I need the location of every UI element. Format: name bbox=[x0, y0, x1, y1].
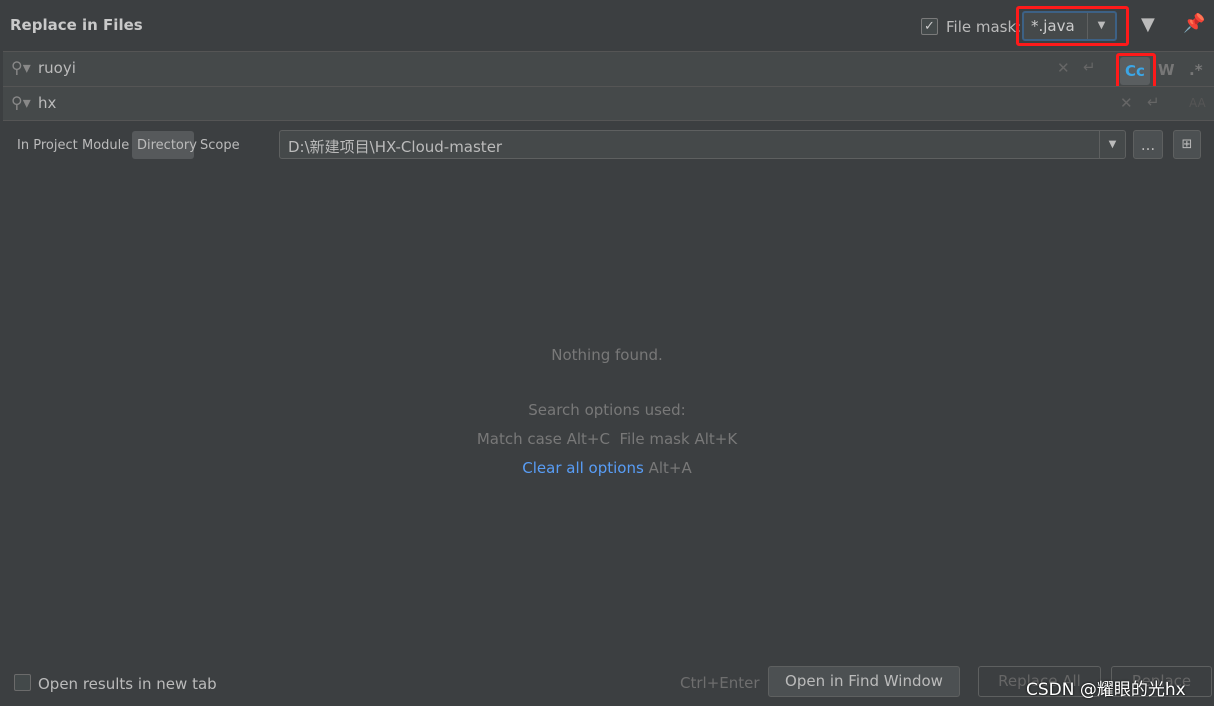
new-tab-checkbox[interactable] bbox=[14, 674, 31, 691]
search-row: ⚲▾ ruoyi ✕ ↵ Cc W .* bbox=[3, 51, 1214, 90]
browse-button[interactable]: ... bbox=[1133, 130, 1163, 159]
clear-shortcut: Alt+A bbox=[648, 459, 692, 477]
directory-combo[interactable]: D:\新建项目\HX-Cloud-master ▼ bbox=[279, 130, 1126, 159]
pin-icon[interactable]: 📌 bbox=[1183, 13, 1205, 34]
replace-row: ⚲▾ hx ✕ ↵ AA bbox=[3, 86, 1214, 121]
watermark: CSDN @耀眼的光hx bbox=[1026, 680, 1186, 700]
clear-all-options-link[interactable]: Clear all options bbox=[522, 459, 644, 477]
file-mask-label: File mask: bbox=[946, 18, 1022, 36]
chevron-down-icon[interactable]: ▼ bbox=[1099, 131, 1125, 158]
options-used: Match case Alt+C File mask Alt+K bbox=[476, 430, 738, 448]
scope-tab-directory[interactable]: Directory bbox=[132, 131, 197, 159]
replace-history-icon[interactable]: ⚲▾ bbox=[11, 93, 31, 112]
directory-path[interactable]: D:\新建项目\HX-Cloud-master bbox=[288, 136, 502, 157]
match-case-toggle[interactable]: Cc bbox=[1120, 57, 1150, 85]
clear-icon[interactable]: ✕ bbox=[1057, 59, 1070, 77]
file-mask-input[interactable]: *.java bbox=[1031, 17, 1075, 35]
nothing-found: Nothing found. bbox=[551, 346, 663, 364]
filter-icon[interactable]: ▼ bbox=[1141, 14, 1155, 35]
regex-toggle[interactable]: .* bbox=[1189, 61, 1203, 79]
file-mask-checkbox[interactable]: ✓ bbox=[921, 18, 938, 35]
clear-icon[interactable]: ✕ bbox=[1120, 94, 1133, 112]
open-in-find-window-button[interactable]: Open in Find Window bbox=[768, 666, 960, 697]
scope-tab-scope[interactable]: Scope bbox=[200, 138, 240, 153]
search-history-icon[interactable]: ⚲▾ bbox=[11, 58, 31, 77]
options-heading: Search options used: bbox=[528, 401, 686, 419]
chevron-down-icon[interactable]: ▼ bbox=[1087, 13, 1115, 39]
new-tab-label: Open results in new tab bbox=[38, 675, 217, 693]
shortcut-hint: Ctrl+Enter bbox=[680, 674, 760, 692]
replace-input[interactable]: hx bbox=[38, 94, 56, 112]
scope-tab-module[interactable]: Module bbox=[82, 138, 129, 153]
words-toggle[interactable]: W bbox=[1158, 61, 1175, 79]
file-mask-combo[interactable]: *.java ▼ bbox=[1022, 11, 1117, 41]
newline-icon[interactable]: ↵ bbox=[1147, 93, 1160, 111]
newline-icon[interactable]: ↵ bbox=[1083, 58, 1096, 76]
scope-tab-in-project[interactable]: In Project bbox=[17, 138, 78, 153]
preserve-case-toggle[interactable]: AA bbox=[1189, 96, 1206, 110]
search-input[interactable]: ruoyi bbox=[38, 59, 76, 77]
recursive-icon[interactable]: ⊞ bbox=[1173, 130, 1201, 159]
dialog-title: Replace in Files bbox=[10, 16, 143, 34]
